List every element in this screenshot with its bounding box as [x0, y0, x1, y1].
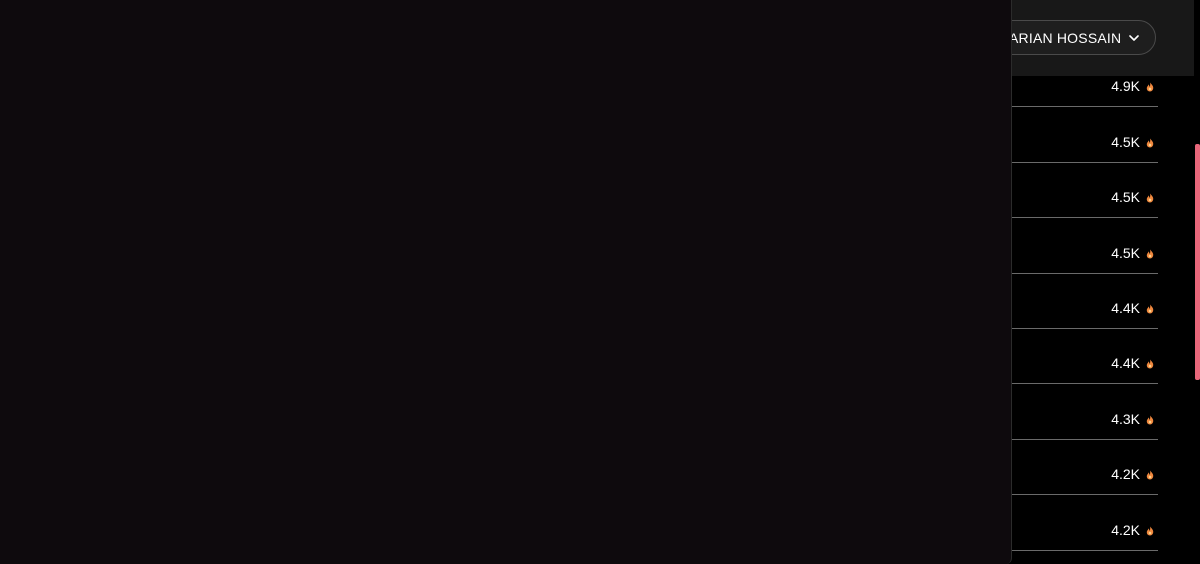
- list-item[interactable]: 4.9K: [990, 52, 1158, 108]
- score-value: 4.5K: [1111, 133, 1140, 150]
- fire-icon: [1146, 470, 1154, 480]
- leaderboard-list: 4.9K 4.5K 4.5K 4.5K 4.4K 4.4K 4.3K 4.2K 4.2K: [990, 52, 1158, 551]
- fire-icon: [1146, 526, 1154, 536]
- scrollbar-thumb[interactable]: [1195, 144, 1200, 380]
- fire-icon: [1146, 193, 1154, 203]
- score-value: 4.4K: [1111, 299, 1140, 316]
- list-item[interactable]: 4.5K: [990, 218, 1158, 274]
- score-value: 4.4K: [1111, 355, 1140, 372]
- score-value: 4.5K: [1111, 244, 1140, 261]
- modal-overlay-panel: [0, 0, 1012, 564]
- list-item[interactable]: 4.3K: [990, 384, 1158, 440]
- fire-icon: [1146, 304, 1154, 314]
- list-item[interactable]: 4.4K: [990, 329, 1158, 385]
- fire-icon: [1146, 249, 1154, 259]
- score-value: 4.9K: [1111, 78, 1140, 95]
- user-name: ARIAN HOSSAIN: [1009, 30, 1122, 46]
- score-value: 4.2K: [1111, 521, 1140, 538]
- list-item[interactable]: 4.2K: [990, 495, 1158, 551]
- chevron-down-icon: [1129, 35, 1139, 41]
- score-value: 4.5K: [1111, 189, 1140, 206]
- list-item[interactable]: 4.5K: [990, 163, 1158, 219]
- score-value: 4.3K: [1111, 410, 1140, 427]
- fire-icon: [1146, 82, 1154, 92]
- app-screen: ARIAN HOSSAIN 4.9K 4.5K 4.5K 4.5K 4.4K 4.4K 4.…: [0, 0, 1200, 564]
- list-item[interactable]: 4.2K: [990, 440, 1158, 496]
- fire-icon: [1146, 138, 1154, 148]
- list-item[interactable]: 4.4K: [990, 274, 1158, 329]
- list-item[interactable]: 4.5K: [990, 107, 1158, 163]
- fire-icon: [1146, 415, 1154, 425]
- fire-icon: [1146, 359, 1154, 369]
- score-value: 4.2K: [1111, 466, 1140, 483]
